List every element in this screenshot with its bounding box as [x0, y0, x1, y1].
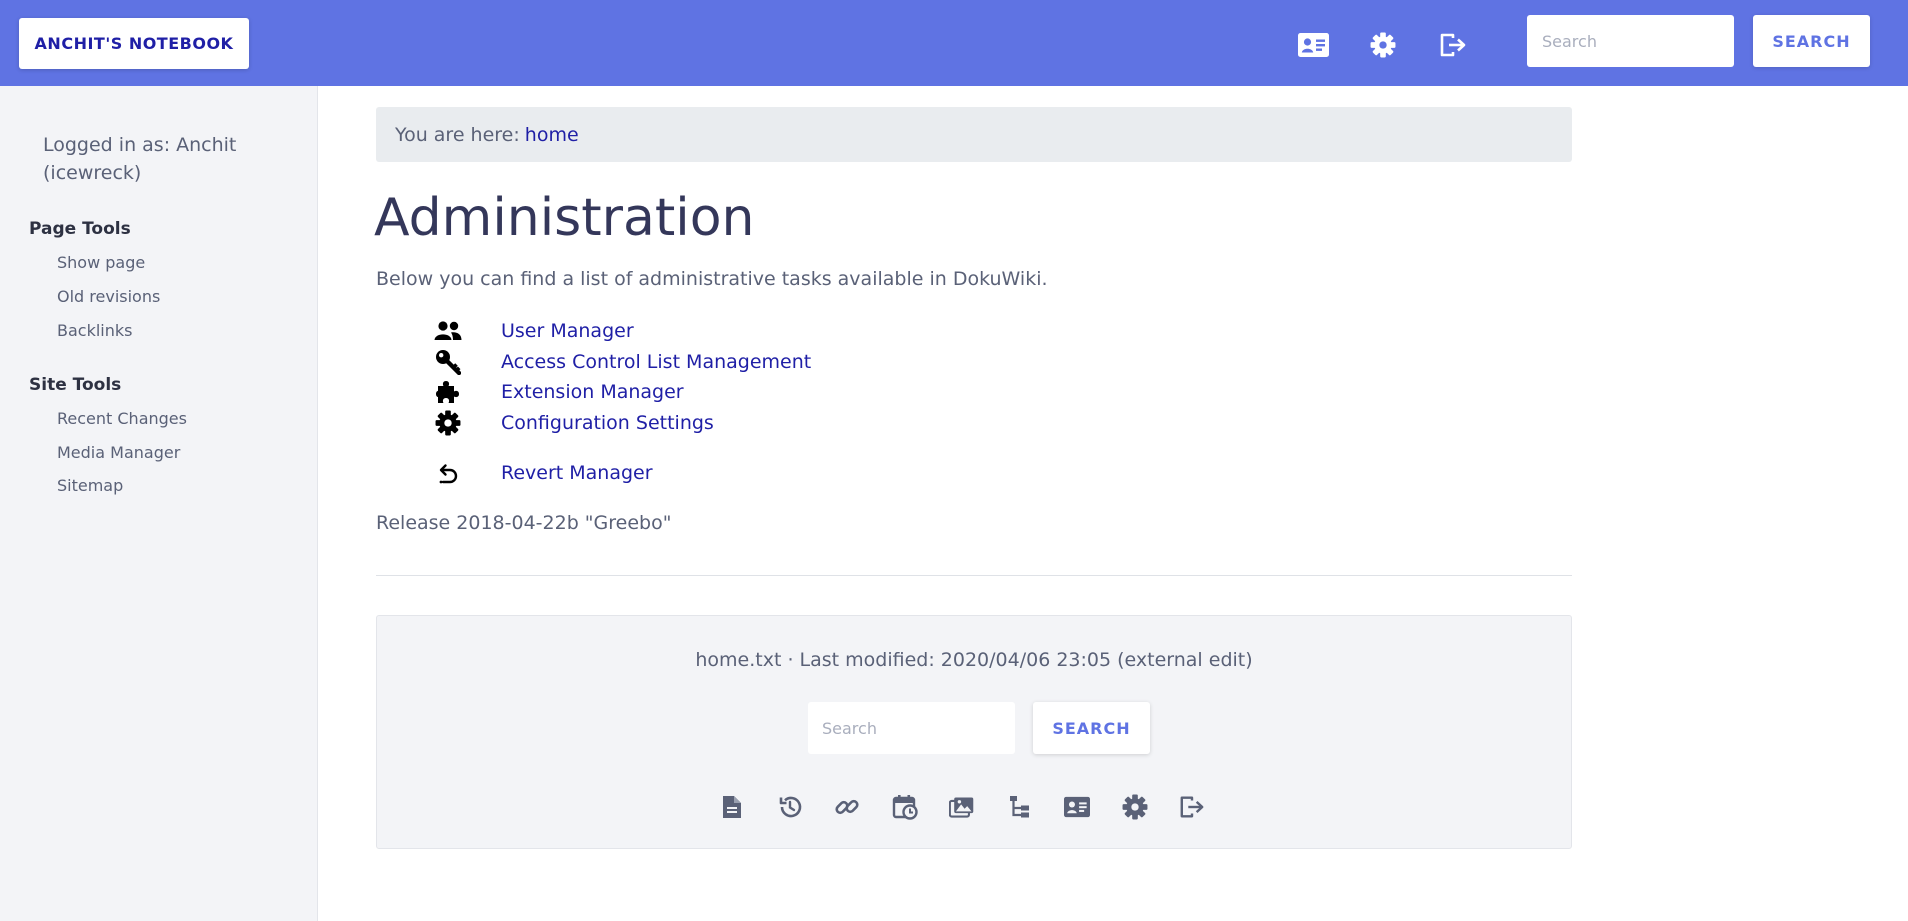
gear-icon — [433, 409, 463, 437]
admin-link-revert-manager[interactable]: Revert Manager — [501, 462, 653, 484]
admin-item-configuration-settings[interactable]: Configuration Settings — [433, 409, 714, 437]
page-title: Administration — [374, 188, 755, 248]
sidebar-item-show-page[interactable]: Show page — [57, 253, 145, 272]
footer-search-button[interactable]: SEARCH — [1033, 702, 1150, 754]
admin-item-acl[interactable]: Access Control List Management — [433, 348, 811, 376]
sidebar-item-backlinks[interactable]: Backlinks — [57, 321, 132, 340]
top-navbar: ANCHIT'S NOTEBOOK Search SEARCH — [0, 0, 1908, 86]
footer-search-input[interactable] — [808, 702, 1015, 754]
puzzle-icon — [433, 378, 463, 406]
admin-item-revert-manager[interactable]: Revert Manager — [433, 459, 653, 487]
admin-link-user-manager[interactable]: User Manager — [501, 320, 634, 342]
history-icon[interactable] — [777, 793, 803, 821]
sidebar-item-recent-changes[interactable]: Recent Changes — [57, 409, 187, 428]
admin-link-extension-manager[interactable]: Extension Manager — [501, 381, 684, 403]
users-icon — [433, 317, 463, 345]
admin-item-extension-manager[interactable]: Extension Manager — [433, 378, 684, 406]
header-search-button[interactable]: SEARCH — [1753, 15, 1870, 67]
release-info: Release 2018-04-22b "Greebo" — [376, 512, 672, 534]
site-tools-heading: Site Tools — [29, 375, 122, 395]
sitemap-icon[interactable] — [1007, 793, 1033, 821]
breadcrumb-link-home[interactable]: home — [525, 124, 579, 146]
header-search-input[interactable] — [1527, 15, 1734, 67]
logged-in-user: Logged in as: Anchit (icewreck) — [43, 134, 237, 184]
logout-icon[interactable] — [1179, 793, 1205, 821]
key-icon — [433, 348, 463, 376]
recent-changes-icon[interactable] — [892, 793, 918, 821]
admin-link-configuration-settings[interactable]: Configuration Settings — [501, 412, 714, 434]
sidebar-item-old-revisions[interactable]: Old revisions — [57, 287, 160, 306]
footer-toolbar — [719, 790, 1237, 824]
revert-icon — [433, 459, 463, 487]
page-meta: home.txt · Last modified: 2020/04/06 23:… — [695, 649, 1253, 671]
sidebar-item-media-manager[interactable]: Media Manager — [57, 443, 180, 462]
sidebar: Logged in as: Anchit (icewreck) Page Too… — [0, 86, 318, 921]
profile-card-icon[interactable] — [1297, 30, 1329, 60]
content-divider — [376, 575, 1572, 576]
breadcrumb-prefix: You are here: — [395, 123, 520, 146]
link-icon[interactable] — [834, 793, 860, 821]
profile-card-icon[interactable] — [1064, 793, 1090, 821]
page-footer: home.txt · Last modified: 2020/04/06 23:… — [376, 615, 1572, 849]
admin-item-user-manager[interactable]: User Manager — [433, 317, 634, 345]
sidebar-item-sitemap[interactable]: Sitemap — [57, 476, 123, 495]
page-icon[interactable] — [719, 793, 745, 821]
breadcrumb: You are here: home — [376, 107, 1572, 162]
intro-text: Below you can find a list of administrat… — [376, 268, 1048, 290]
admin-link-acl[interactable]: Access Control List Management — [501, 351, 811, 373]
gear-icon[interactable] — [1367, 30, 1399, 60]
media-icon[interactable] — [949, 793, 975, 821]
page-tools-heading: Page Tools — [29, 219, 131, 239]
gear-icon[interactable] — [1122, 793, 1148, 821]
site-title-button[interactable]: ANCHIT'S NOTEBOOK — [19, 18, 249, 69]
logout-icon[interactable] — [1437, 30, 1469, 60]
